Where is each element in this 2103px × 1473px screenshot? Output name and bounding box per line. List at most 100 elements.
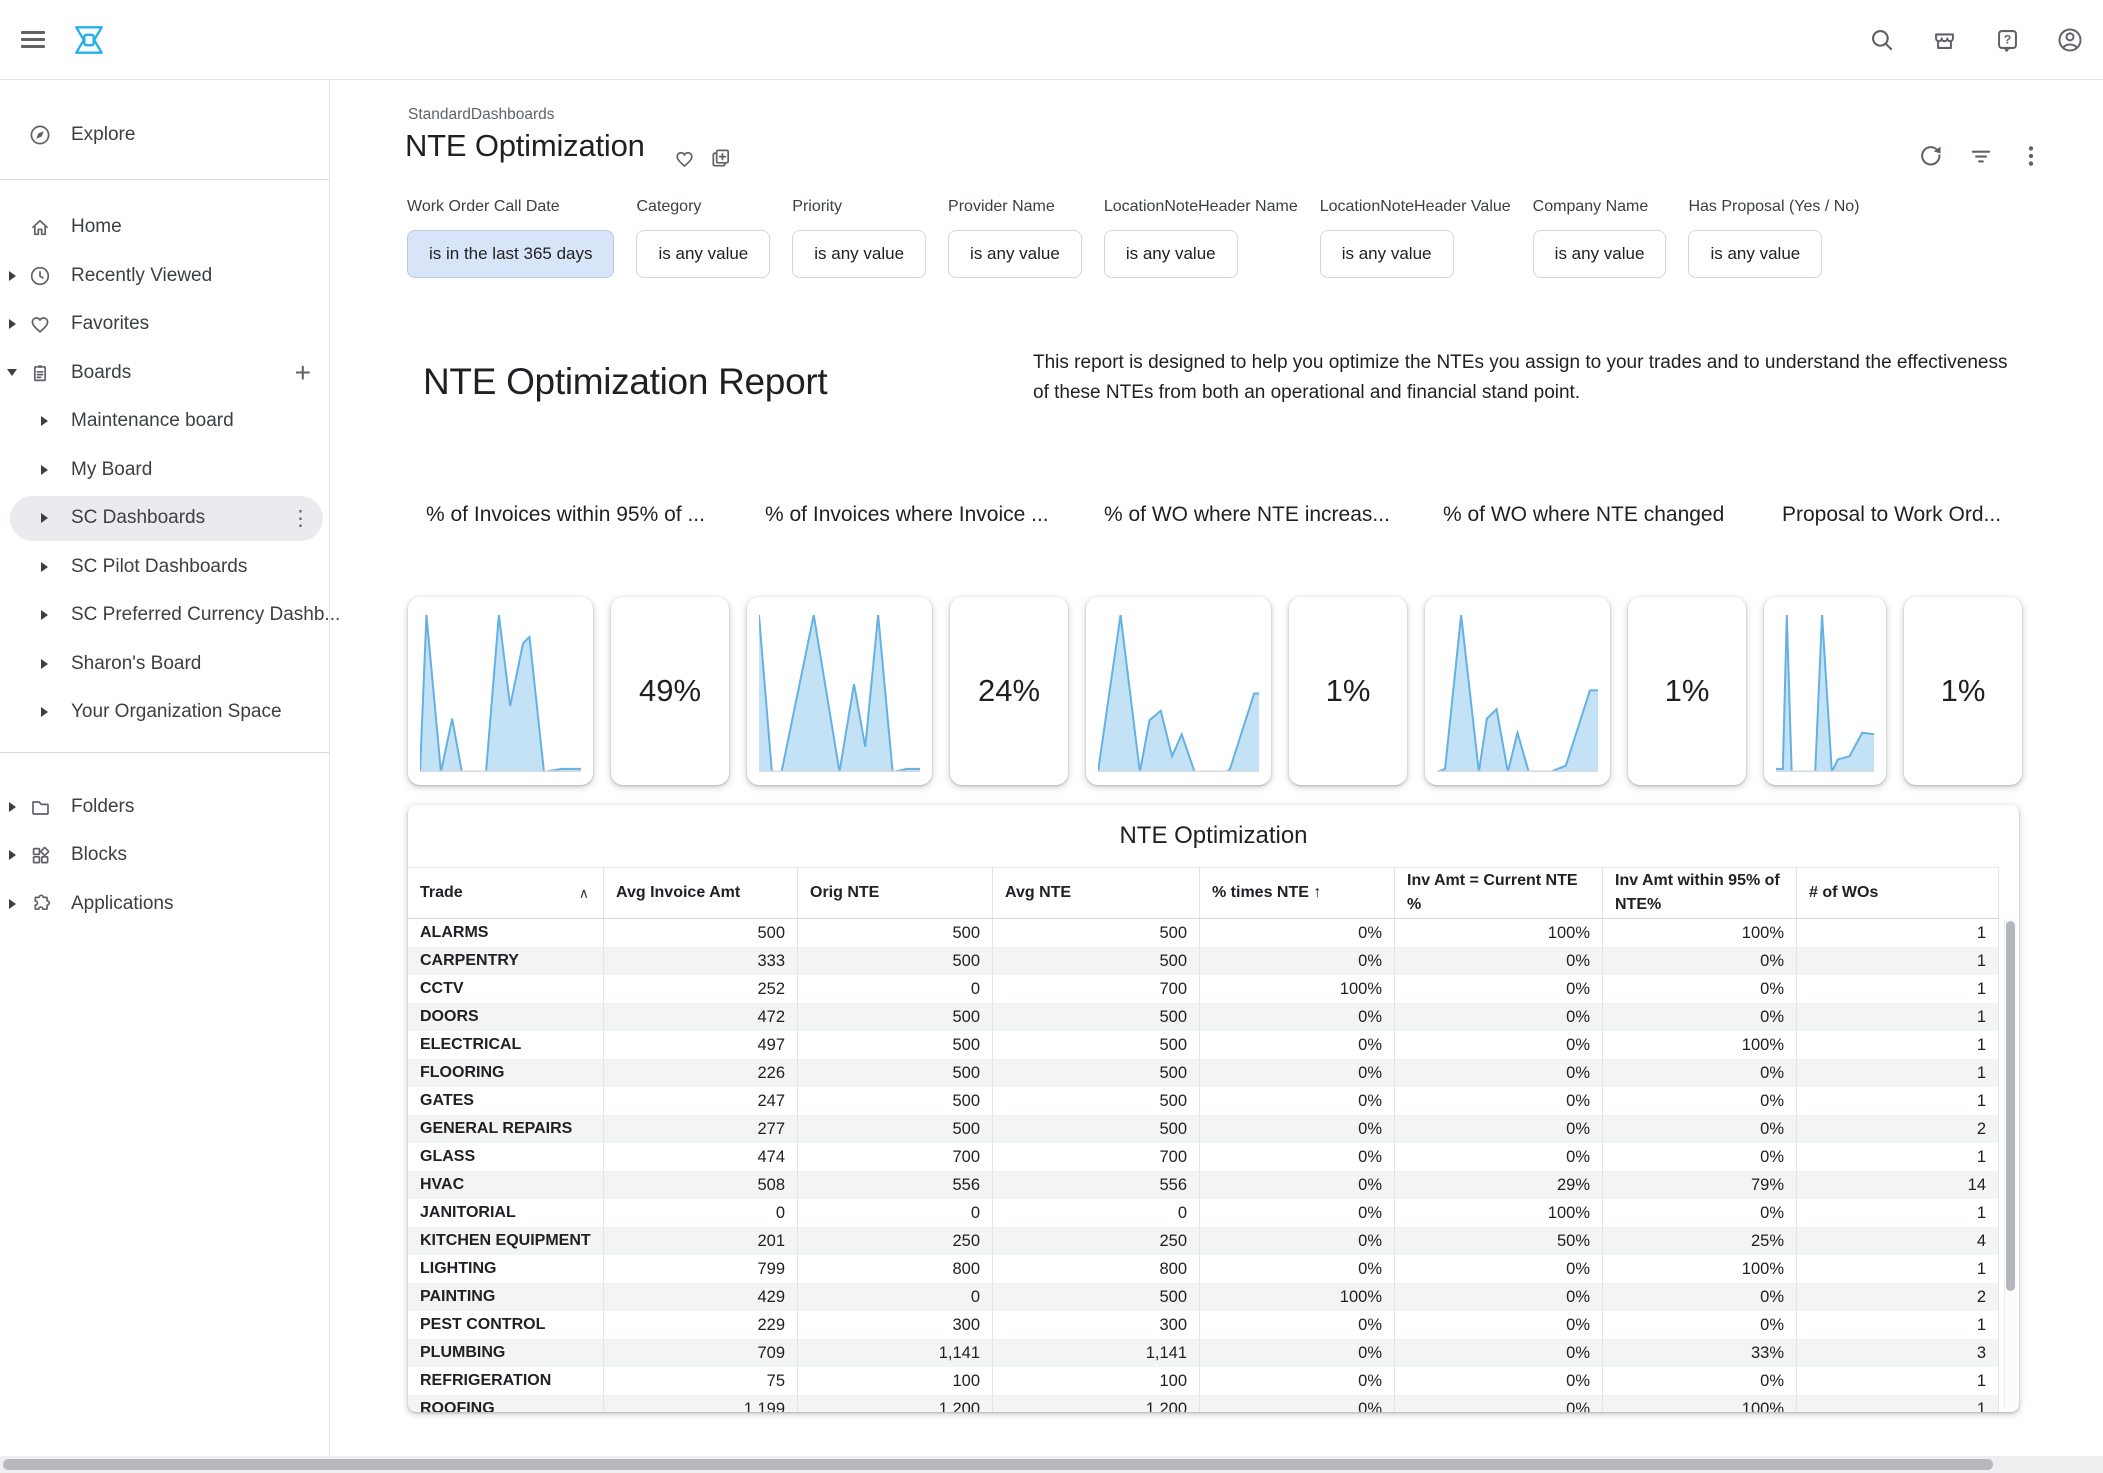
sidebar-item-blocks[interactable]: Blocks: [0, 831, 329, 880]
cell-value[interactable]: 556: [798, 1171, 993, 1199]
filter-icon[interactable]: [1965, 140, 1997, 172]
cell-value[interactable]: 0%: [1395, 975, 1603, 1003]
kpi-value-tile[interactable]: 24%: [950, 597, 1068, 785]
column-header-orig-nte[interactable]: Orig NTE: [798, 868, 993, 918]
cell-value[interactable]: 0%: [1200, 1115, 1395, 1143]
sidebar-item-sc-preferred-currency-dashb[interactable]: SC Preferred Currency Dashb...: [0, 591, 329, 640]
cell-value[interactable]: 229: [604, 1311, 798, 1339]
horizontal-scrollbar[interactable]: [0, 1456, 2103, 1473]
cell-value[interactable]: 0%: [1395, 1143, 1603, 1171]
cell-value[interactable]: 100%: [1200, 975, 1395, 1003]
sidebar-item-my-board[interactable]: My Board: [0, 446, 329, 495]
cell-value[interactable]: 0%: [1603, 1367, 1797, 1395]
cell-value[interactable]: 1: [1797, 919, 1999, 947]
column-header-trade[interactable]: Trade∧: [408, 868, 604, 918]
cell-value[interactable]: 500: [993, 1115, 1200, 1143]
cell-value[interactable]: 500: [798, 919, 993, 947]
cell-value[interactable]: 0%: [1603, 947, 1797, 975]
chevron-right-icon[interactable]: [4, 802, 20, 812]
sidebar-item-boards[interactable]: Boards+: [0, 349, 329, 398]
cell-value[interactable]: 1: [1797, 947, 1999, 975]
cell-value[interactable]: 2: [1797, 1115, 1999, 1143]
cell-value[interactable]: 0: [798, 1283, 993, 1311]
marketplace-icon[interactable]: [1928, 24, 1960, 56]
sidebar-item-explore[interactable]: Explore: [0, 105, 329, 165]
table-scrollbar[interactable]: [2004, 919, 2016, 1408]
cell-value[interactable]: 0%: [1395, 1339, 1603, 1367]
cell-value[interactable]: 0%: [1200, 1171, 1395, 1199]
cell-value[interactable]: 0%: [1200, 1255, 1395, 1283]
cell-value[interactable]: 0%: [1395, 1255, 1603, 1283]
looker-logo[interactable]: [73, 24, 105, 56]
cell-value[interactable]: 100%: [1603, 1255, 1797, 1283]
chevron-down-icon[interactable]: [4, 369, 20, 376]
cell-trade[interactable]: ELECTRICAL: [408, 1031, 604, 1059]
filter-chip-locationnoteheader-name[interactable]: is any value: [1104, 230, 1238, 278]
cell-value[interactable]: 250: [993, 1227, 1200, 1255]
cell-value[interactable]: 1: [1797, 1087, 1999, 1115]
chevron-right-icon[interactable]: [4, 319, 20, 329]
cell-value[interactable]: 25%: [1603, 1227, 1797, 1255]
column-header-times-nte[interactable]: % times NTE ↑: [1200, 868, 1395, 918]
cell-value[interactable]: 0: [604, 1199, 798, 1227]
cell-value[interactable]: 700: [993, 1143, 1200, 1171]
search-icon[interactable]: [1865, 24, 1897, 56]
cell-value[interactable]: 0%: [1200, 1395, 1395, 1412]
filter-chip-provider-name[interactable]: is any value: [948, 230, 1082, 278]
cell-value[interactable]: 0%: [1395, 1395, 1603, 1412]
cell-value[interactable]: 0%: [1395, 1003, 1603, 1031]
cell-value[interactable]: 1: [1797, 1255, 1999, 1283]
cell-trade[interactable]: CARPENTRY: [408, 947, 604, 975]
cell-value[interactable]: 0%: [1200, 919, 1395, 947]
sidebar-item-sc-dashboards[interactable]: SC Dashboards⋮: [0, 494, 329, 543]
cell-value[interactable]: 75: [604, 1367, 798, 1395]
sidebar-item-home[interactable]: Home: [0, 203, 329, 252]
column-header-avg-nte[interactable]: Avg NTE: [993, 868, 1200, 918]
account-icon[interactable]: [2054, 24, 2086, 56]
cell-value[interactable]: 799: [604, 1255, 798, 1283]
cell-value[interactable]: 500: [798, 1087, 993, 1115]
cell-value[interactable]: 100%: [1603, 1395, 1797, 1412]
cell-value[interactable]: 500: [993, 919, 1200, 947]
sidebar-item-favorites[interactable]: Favorites: [0, 300, 329, 349]
favorite-icon[interactable]: [668, 142, 700, 174]
cell-trade[interactable]: DOORS: [408, 1003, 604, 1031]
cell-value[interactable]: 500: [993, 1059, 1200, 1087]
cell-value[interactable]: 1: [1797, 975, 1999, 1003]
cell-value[interactable]: 0%: [1200, 1311, 1395, 1339]
cell-value[interactable]: 709: [604, 1339, 798, 1367]
cell-value[interactable]: 500: [604, 919, 798, 947]
cell-value[interactable]: 247: [604, 1087, 798, 1115]
sidebar-item-applications[interactable]: Applications: [0, 880, 329, 929]
chevron-right-icon[interactable]: [36, 416, 52, 426]
cell-value[interactable]: 0%: [1603, 1143, 1797, 1171]
kpi-value-tile[interactable]: 1%: [1289, 597, 1407, 785]
kpi-value-tile[interactable]: 1%: [1628, 597, 1746, 785]
cell-value[interactable]: 50%: [1395, 1227, 1603, 1255]
table-scrollbar-thumb[interactable]: [2006, 921, 2015, 1291]
cell-trade[interactable]: JANITORIAL: [408, 1199, 604, 1227]
cell-trade[interactable]: PEST CONTROL: [408, 1311, 604, 1339]
kpi-sparkline-tile[interactable]: [1425, 597, 1610, 785]
cell-value[interactable]: 556: [993, 1171, 1200, 1199]
cell-value[interactable]: 0%: [1200, 1227, 1395, 1255]
cell-value[interactable]: 0%: [1603, 1199, 1797, 1227]
cell-value[interactable]: 800: [993, 1255, 1200, 1283]
cell-trade[interactable]: KITCHEN EQUIPMENT: [408, 1227, 604, 1255]
cell-value[interactable]: 1,200: [798, 1395, 993, 1412]
cell-value[interactable]: 277: [604, 1115, 798, 1143]
cell-value[interactable]: 0%: [1200, 1199, 1395, 1227]
cell-value[interactable]: 500: [798, 1003, 993, 1031]
cell-value[interactable]: 700: [798, 1143, 993, 1171]
cell-value[interactable]: 0%: [1603, 1059, 1797, 1087]
cell-value[interactable]: 500: [798, 1031, 993, 1059]
cell-value[interactable]: 1,141: [798, 1339, 993, 1367]
cell-value[interactable]: 0%: [1603, 1003, 1797, 1031]
cell-value[interactable]: 0%: [1395, 1115, 1603, 1143]
cell-value[interactable]: 0%: [1200, 947, 1395, 975]
cell-value[interactable]: 497: [604, 1031, 798, 1059]
cell-value[interactable]: 0%: [1395, 947, 1603, 975]
cell-value[interactable]: 500: [798, 1115, 993, 1143]
chevron-right-icon[interactable]: [4, 899, 20, 909]
cell-value[interactable]: 1: [1797, 1311, 1999, 1339]
